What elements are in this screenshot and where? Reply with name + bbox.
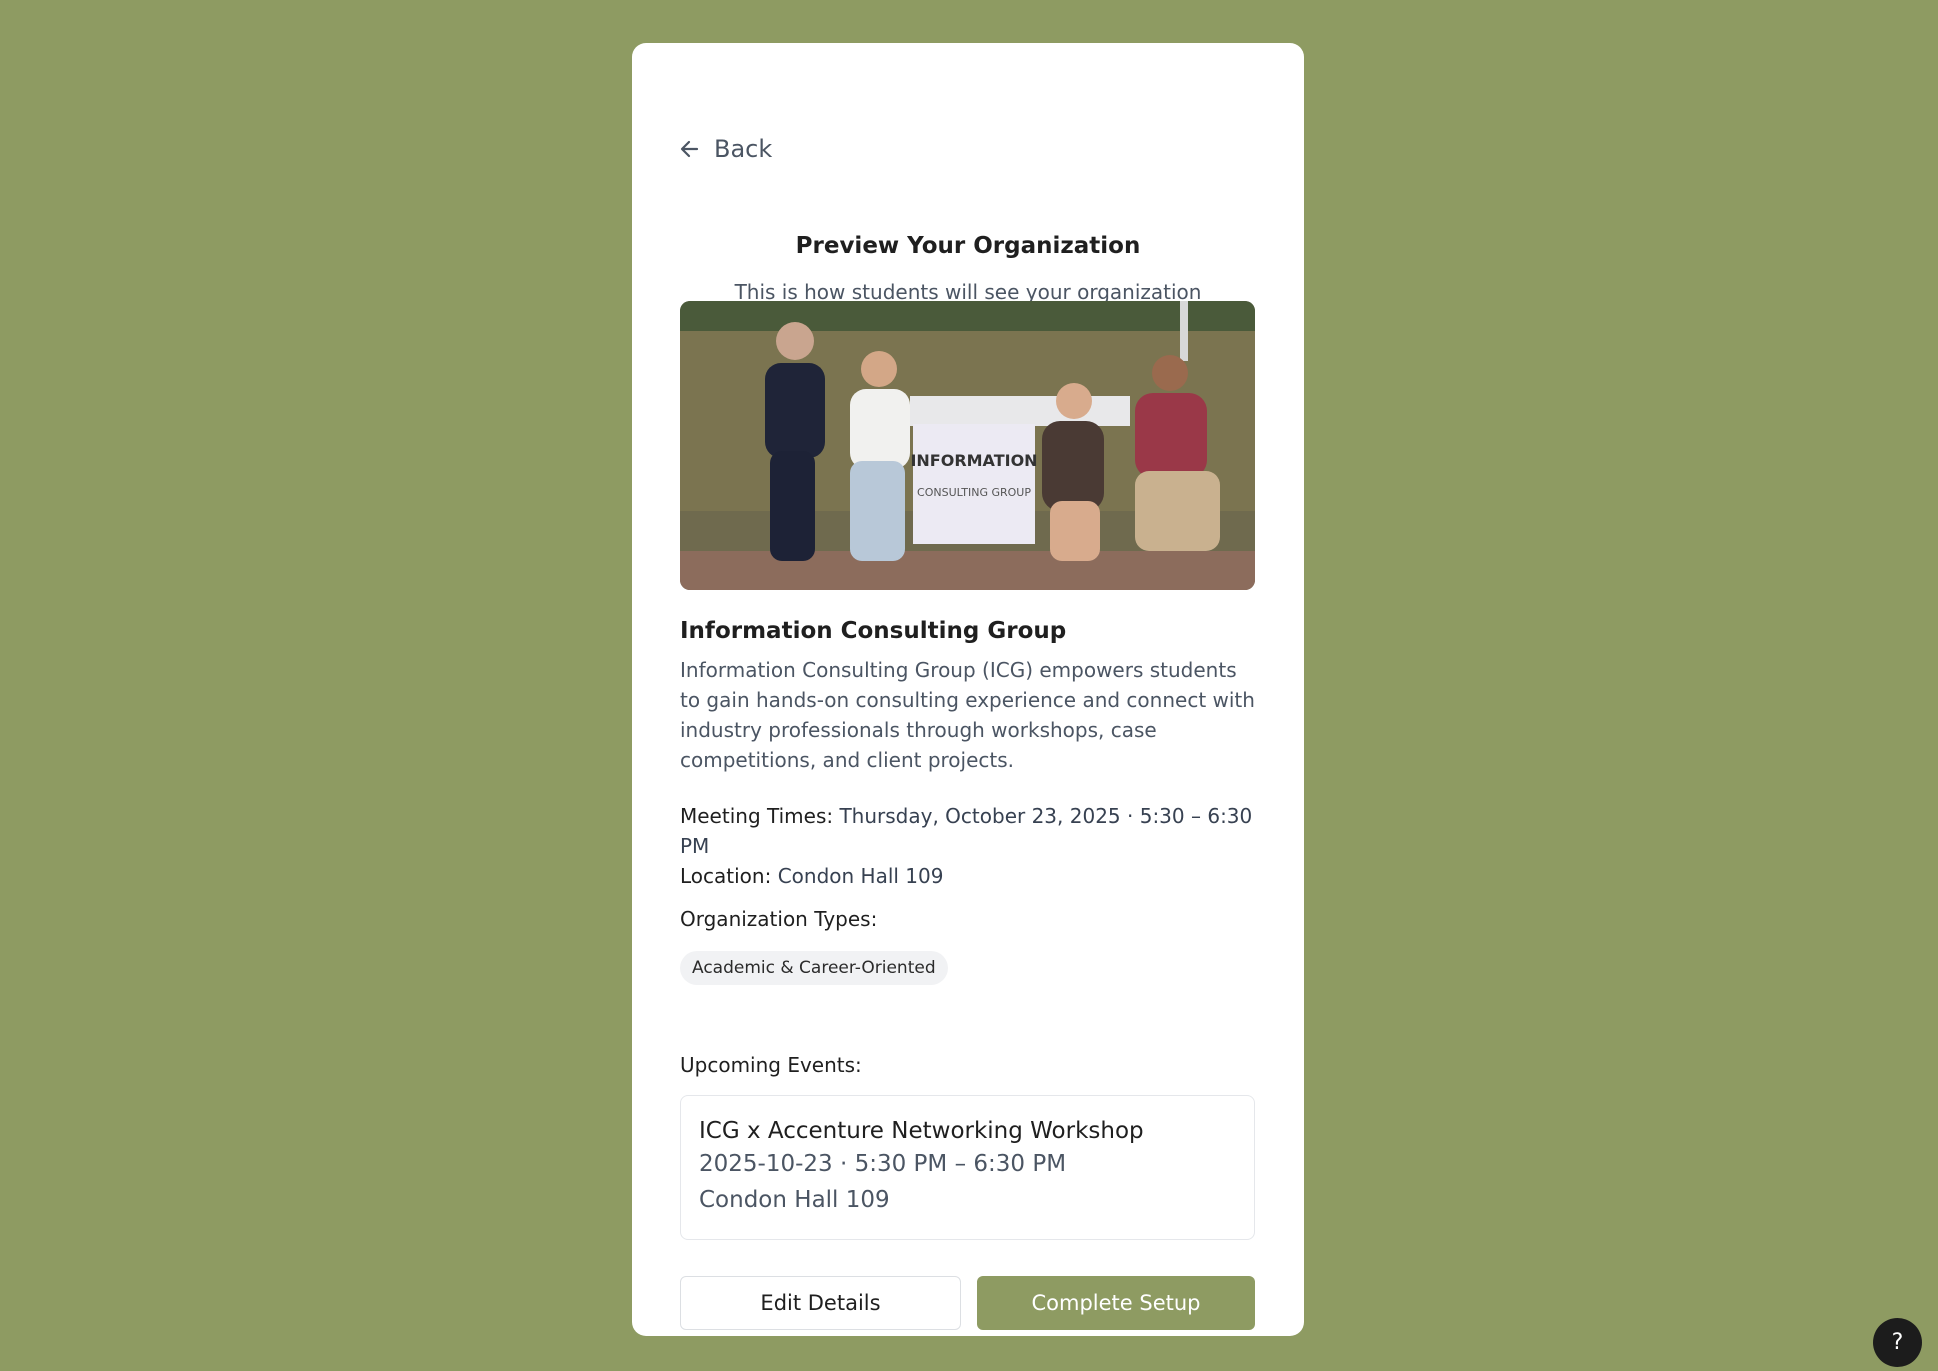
help-button[interactable]: ? [1873, 1318, 1922, 1367]
event-card: ICG x Accenture Networking Workshop 2025… [680, 1095, 1255, 1240]
organization-name: Information Consulting Group [680, 618, 1067, 644]
organization-photo: INFORMATION CONSULTING GROUP [680, 301, 1255, 590]
meeting-times-label: Meeting Times: [680, 804, 834, 828]
sign-line-1: INFORMATION [910, 451, 1037, 470]
complete-setup-button[interactable]: Complete Setup [977, 1276, 1255, 1330]
sign: INFORMATION CONSULTING GROUP [910, 424, 1038, 544]
location: Location: Condon Hall 109 [680, 861, 1260, 891]
arrow-left-icon [680, 139, 700, 159]
organization-description: Information Consulting Group (ICG) empow… [680, 658, 1255, 772]
event-location: Condon Hall 109 [699, 1187, 890, 1213]
sign-line-2: CONSULTING GROUP [917, 486, 1031, 499]
question-mark-icon: ? [1891, 1330, 1904, 1355]
back-button[interactable]: Back [680, 135, 772, 163]
location-label: Location: [680, 864, 772, 888]
organization-type-chip: Academic & Career-Oriented [680, 951, 948, 985]
page-title: Preview Your Organization [795, 233, 1141, 259]
event-title: ICG x Accenture Networking Workshop [699, 1118, 1144, 1144]
meeting-times: Meeting Times: Thursday, October 23, 202… [680, 801, 1260, 861]
organization-details: Meeting Times: Thursday, October 23, 202… [680, 801, 1260, 891]
preview-card: Back Preview Your Organization This is h… [632, 43, 1304, 1336]
edit-details-button[interactable]: Edit Details [680, 1276, 961, 1330]
back-label: Back [714, 135, 773, 163]
location-value: Condon Hall 109 [777, 864, 944, 888]
upcoming-events-label: Upcoming Events: [680, 1053, 862, 1077]
event-datetime: 2025-10-23 · 5:30 PM – 6:30 PM [699, 1151, 1067, 1177]
organization-types-label: Organization Types: [680, 907, 878, 931]
